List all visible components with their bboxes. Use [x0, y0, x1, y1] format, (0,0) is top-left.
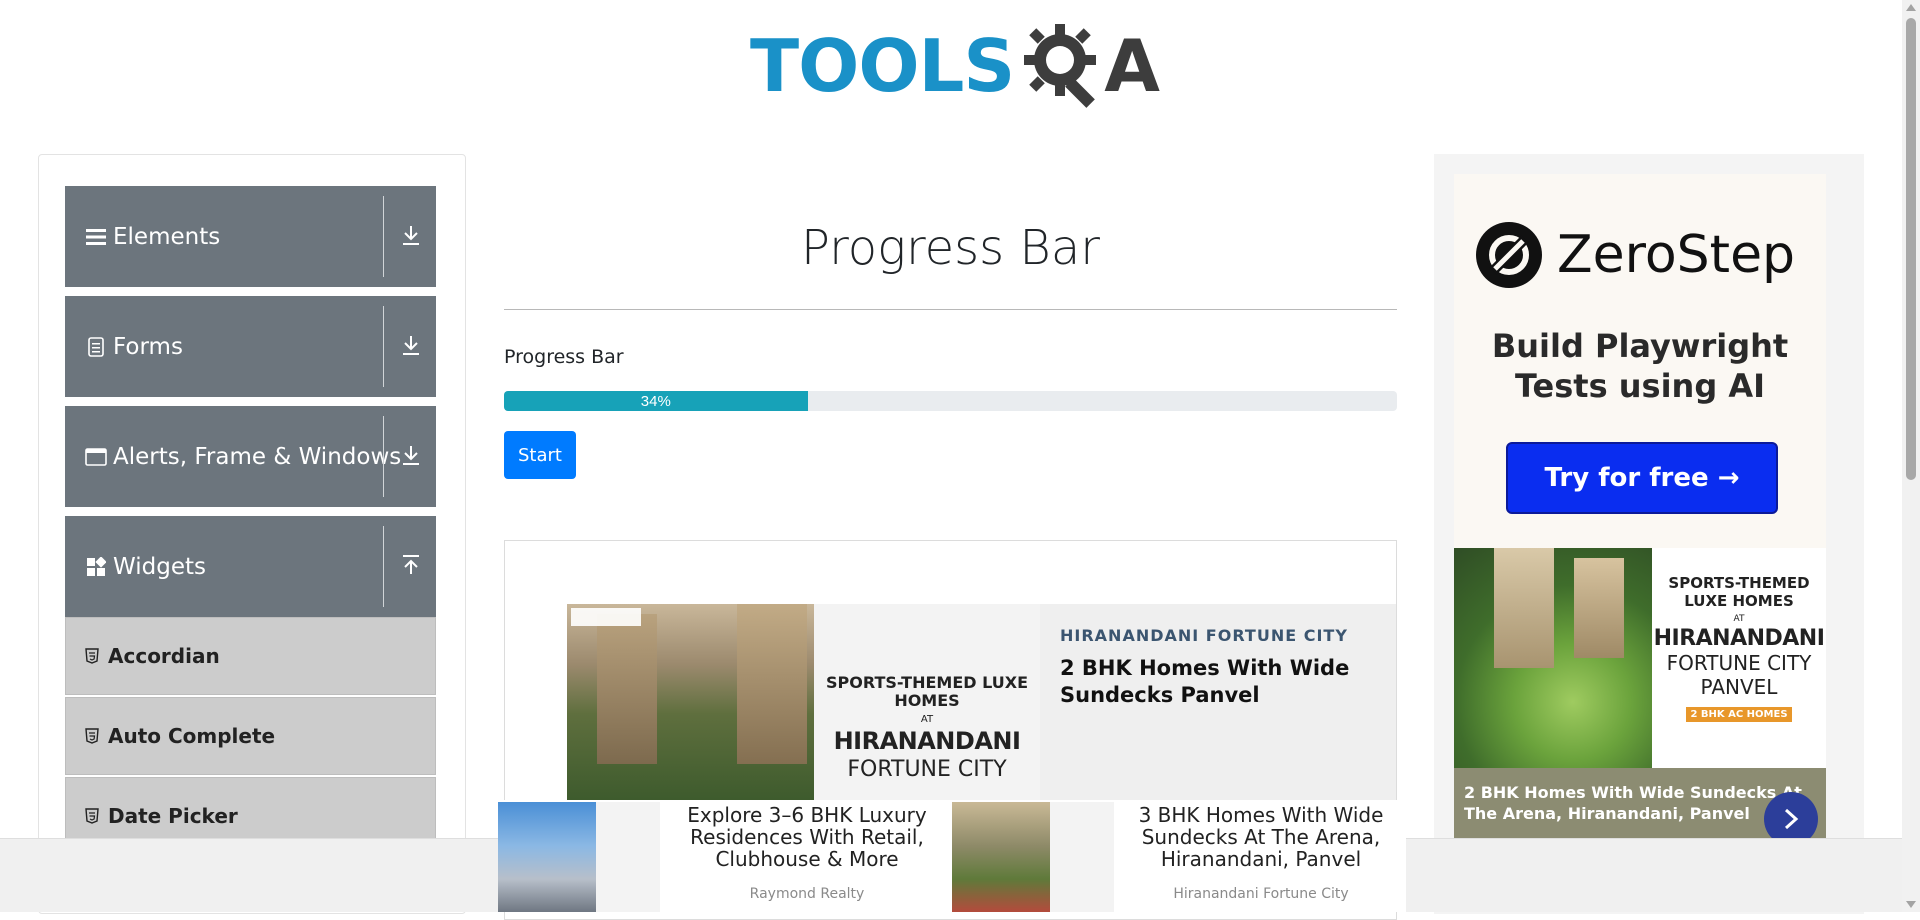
ad-promo-badge: 2 BHK AC HOMES [1686, 707, 1792, 722]
divider [383, 306, 384, 387]
bottom-ad-source: Raymond Realty [749, 886, 865, 902]
sidebar-group-label: Elements [113, 223, 221, 250]
ad-brand: HIRANANDANI FORTUNE CITY [1060, 626, 1348, 645]
ad-promo-line: SPORTS-THEMED LUXE HOMES [1668, 574, 1810, 610]
logo-text-tools: TOOLS [750, 24, 1015, 108]
title-divider [504, 309, 1397, 310]
document-icon [85, 336, 107, 358]
divider [383, 526, 384, 607]
html5-icon [85, 648, 99, 664]
ad-headline[interactable]: 2 BHK Homes With Wide Sundecks Panvel [1060, 655, 1396, 709]
bottom-ad-text[interactable]: Explore 3–6 BHK Luxury Residences With R… [668, 804, 946, 870]
html5-icon [85, 728, 99, 744]
bottom-ad-text[interactable]: 3 BHK Homes With Wide Sundecks At The Ar… [1122, 804, 1400, 870]
sidebar-group-alerts-frame-windows[interactable]: Alerts, Frame & Windows [65, 406, 436, 507]
page-title: Progress Bar [800, 220, 1100, 276]
try-for-free-button[interactable]: Try for free → [1506, 442, 1778, 514]
zerostep-name: ZeroStep [1557, 225, 1796, 285]
ad-building-image [567, 604, 814, 804]
sidebar-item-label: Accordian [108, 644, 220, 668]
zerostep-logo-icon [1476, 222, 1542, 288]
sidebar-group-elements[interactable]: Elements [65, 186, 436, 287]
sidebar-group-widgets[interactable]: Widgets [65, 516, 436, 617]
download-arrow-icon[interactable] [395, 439, 427, 471]
window-icon [85, 446, 107, 468]
bottom-ad-item[interactable]: 3 BHK Homes With Wide Sundecks At The Ar… [952, 800, 1406, 912]
html5-icon [85, 808, 99, 824]
ad-promo-line: FORTUNE CITY PANVEL [1666, 651, 1812, 699]
ad-promo-image: SPORTS-THEMED LUXE HOMES AT HIRANANDANI … [814, 604, 1040, 804]
ad-text-box[interactable]: HIRANANDANI FORTUNE CITY 2 BHK Homes Wit… [1040, 604, 1396, 804]
zerostep-logo: ZeroStep [1475, 221, 1795, 289]
hiranandani-ad[interactable]: SPORTS-THEMED LUXE HOMES AT HIRANANDANI … [1454, 548, 1826, 838]
ad-promo-line: SPORTS-THEMED LUXE HOMES [826, 673, 1028, 710]
logo-text-a: A [1104, 24, 1160, 108]
chevron-right-icon [1784, 808, 1799, 830]
sidebar-item-label: Auto Complete [108, 724, 276, 748]
widgets-icon [85, 556, 107, 578]
ad-promo-line: AT [920, 714, 934, 725]
ad-promo-line: FORTUNE CITY [847, 757, 1007, 782]
zerostep-ad[interactable]: ZeroStep Build Playwright Tests using AI… [1454, 174, 1826, 548]
sidebar-panel: Elements Forms Alerts, Frame & Windows W… [38, 154, 466, 914]
hamburger-icon [85, 226, 107, 248]
scroll-up-icon[interactable] [1906, 4, 1916, 11]
zerostep-tagline: Build Playwright Tests using AI [1491, 327, 1789, 405]
download-arrow-icon[interactable] [395, 329, 427, 361]
scroll-down-icon[interactable] [1906, 901, 1916, 908]
progress-bar: 34% [504, 391, 1397, 411]
sidebar-item-label: Date Picker [108, 804, 238, 828]
scrollbar-thumb[interactable] [1906, 18, 1916, 480]
bottom-ad-thumbnail [952, 802, 1114, 912]
sidebar-group-forms[interactable]: Forms [65, 296, 436, 397]
ad-aerial-image [1454, 548, 1652, 768]
next-arrow-button[interactable] [1764, 792, 1818, 838]
sidebar-group-label: Alerts, Frame & Windows [113, 443, 402, 470]
toolsqa-logo[interactable]: TOOLS A [750, 18, 1170, 114]
bottom-ad-thumbnail [498, 802, 660, 912]
sidebar-item-auto-complete[interactable]: Auto Complete [65, 697, 436, 775]
upload-arrow-icon[interactable] [395, 549, 427, 581]
bottom-ad[interactable]: Explore 3–6 BHK Luxury Residences With R… [498, 800, 1406, 912]
sidebar-group-label: Widgets [113, 553, 206, 580]
download-arrow-icon[interactable] [395, 219, 427, 251]
ad-promo-line: AT [1733, 614, 1745, 624]
sidebar-group-label: Forms [113, 333, 183, 360]
start-button[interactable]: Start [504, 431, 576, 479]
divider [383, 196, 384, 277]
bottom-ad-item[interactable]: Explore 3–6 BHK Luxury Residences With R… [498, 800, 952, 912]
ad-promo-line: HIRANANDANI [1653, 626, 1825, 651]
ad-promo-line: HIRANANDANI [833, 727, 1021, 755]
progress-bar-fill: 34% [504, 391, 808, 411]
vertical-scrollbar[interactable] [1902, 0, 1920, 912]
right-ad-column: ZeroStep Build Playwright Tests using AI… [1434, 154, 1864, 914]
sidebar-item-accordian[interactable]: Accordian [65, 617, 436, 695]
divider [383, 416, 384, 497]
bottom-ad-source: Hiranandani Fortune City [1173, 886, 1349, 902]
progress-bar-label: Progress Bar [504, 346, 624, 368]
gear-magnifier-icon [1024, 24, 1097, 108]
ad-promo-image: SPORTS-THEMED LUXE HOMES AT HIRANANDANI … [1652, 548, 1826, 768]
